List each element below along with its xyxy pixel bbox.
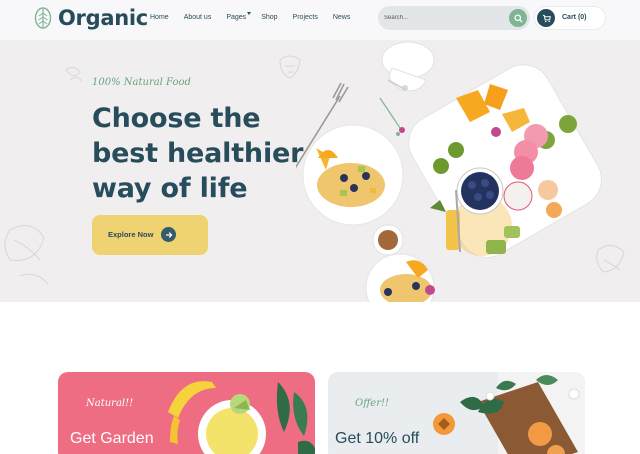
page: Organic Home About us Pages Shop Project… [0, 0, 640, 454]
teapot-image [381, 41, 435, 92]
hero-banner: 100% Natural Food Choose the best health… [0, 40, 640, 302]
offer-card-natural[interactable]: Natural!! Get Garden [58, 372, 315, 454]
cart-label: Cart (0) [562, 14, 587, 21]
hero-tagline: 100% Natural Food [92, 77, 191, 88]
main-nav: Home About us Pages Shop Projects News [150, 12, 365, 21]
flower-image [379, 97, 405, 136]
nav-projects[interactable]: Projects [293, 14, 318, 21]
nav-news[interactable]: News [333, 14, 351, 21]
coffee-cup-image [372, 224, 404, 256]
cart-button[interactable]: Cart (0) [534, 6, 606, 30]
search-icon [513, 13, 523, 23]
nav-pages-label: Pages [226, 14, 247, 21]
explore-now-label: Explore Now [108, 230, 154, 239]
leaf-logo-icon [34, 7, 52, 29]
site-header: Organic Home About us Pages Shop Project… [0, 0, 640, 40]
nav-about-us[interactable]: About us [184, 14, 212, 21]
nav-pages[interactable]: Pages [226, 12, 252, 21]
arrow-right-icon [161, 227, 176, 242]
nav-shop[interactable]: Shop [261, 14, 277, 21]
brand-logo[interactable]: Organic [34, 6, 148, 30]
offer-card-discount[interactable]: Offer!! Get 10% off [328, 372, 585, 454]
cart-icon [537, 9, 555, 27]
dropdown-caret-icon [247, 12, 252, 15]
search-bar [378, 6, 530, 30]
hero-food-illustration [296, 41, 602, 302]
pancake-plate-image [302, 124, 404, 226]
offer-card-discount-tag: Offer!! [355, 398, 390, 409]
search-button[interactable] [509, 9, 527, 27]
offer-card-natural-title: Get Garden [70, 430, 154, 447]
nav-home[interactable]: Home [150, 14, 169, 21]
search-input[interactable] [384, 10, 502, 26]
bottom-plate-image [365, 253, 435, 302]
offer-card-discount-title: Get 10% off [335, 430, 420, 447]
offer-card-natural-tag: Natural!! [86, 398, 134, 409]
brand-name: Organic [58, 6, 148, 30]
explore-now-button[interactable]: Explore Now [92, 215, 208, 255]
